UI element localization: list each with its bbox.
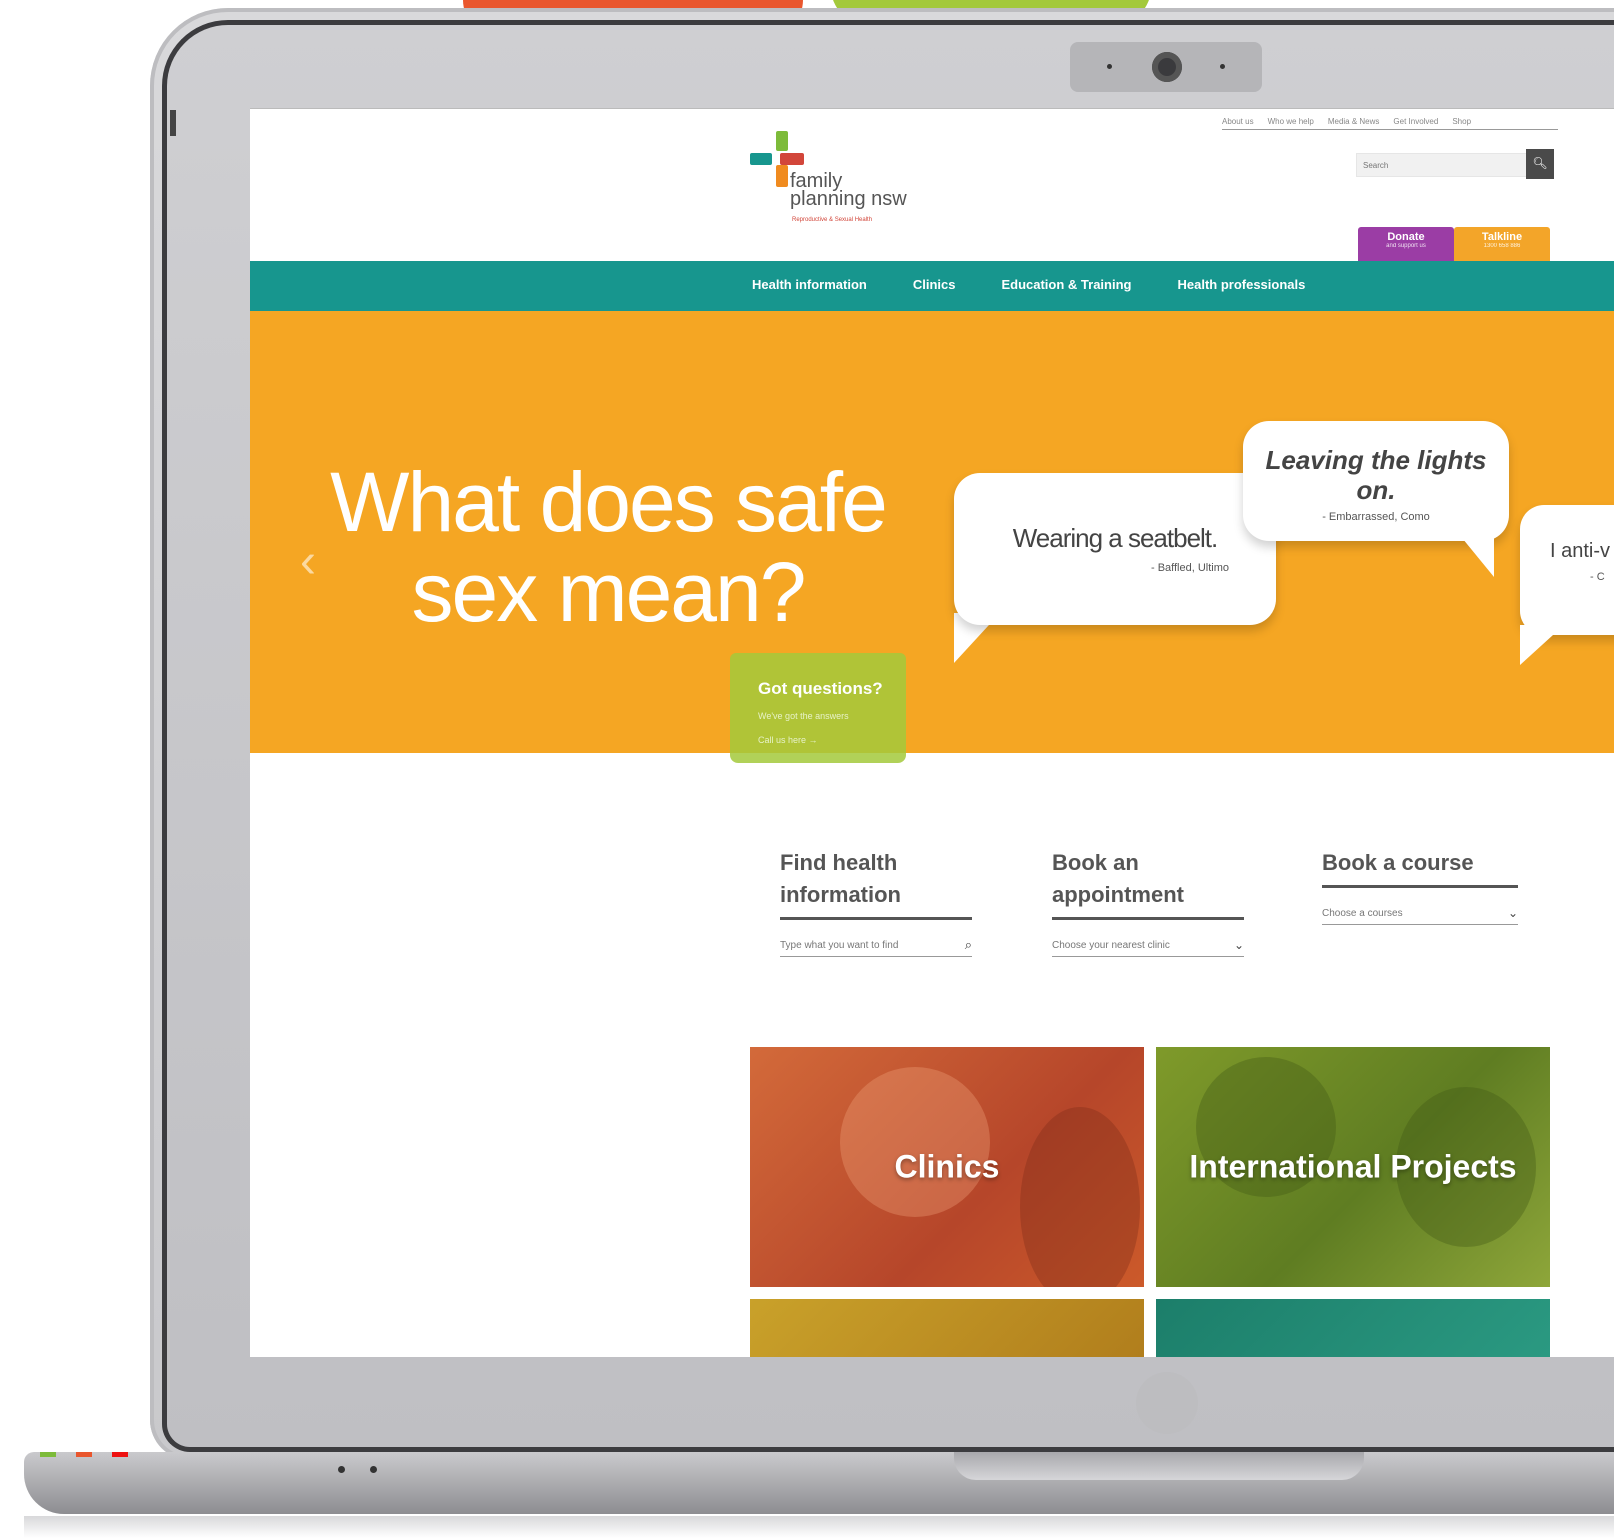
laptop-base xyxy=(24,1452,1614,1514)
bubble-quote: Leaving the lights on. xyxy=(1265,445,1487,505)
search-button[interactable]: 🔍︎ xyxy=(1526,149,1554,179)
logo-line-2: planning nsw xyxy=(790,188,907,210)
chevron-down-icon: ⌄ xyxy=(1507,906,1518,920)
laptop-screen: family planning nsw Reproductive & Sexua… xyxy=(250,108,1614,1357)
book-appointment-widget: Book an appointment Choose your nearest … xyxy=(1052,847,1244,957)
speech-bubble: Wearing a seatbelt. - Baffled, Ultimo xyxy=(954,473,1276,625)
tile-international-projects[interactable]: International Projects xyxy=(1156,1047,1550,1287)
laptop-hinge-notch xyxy=(954,1452,1364,1480)
got-questions-title: Got questions? xyxy=(758,679,883,698)
top-link-media[interactable]: Media & News xyxy=(1328,117,1380,126)
nav-item-health-information[interactable]: Health information xyxy=(752,277,867,292)
logo-tagline: Reproductive & Sexual Health xyxy=(792,217,873,223)
got-questions-subtitle: We've got the answers xyxy=(758,711,849,721)
got-questions-card[interactable]: Got questions? We've got the answers Cal… xyxy=(730,653,906,763)
book-course-widget: Book a course Choose a courses ⌄ xyxy=(1322,847,1518,925)
search-icon: 🔍︎ xyxy=(1532,156,1548,170)
main-nav: Health information Clinics Education & T… xyxy=(752,277,1305,292)
bubble-attribution: - C xyxy=(1590,571,1605,583)
talkline-button[interactable]: Talkline 1300 658 886 xyxy=(1454,227,1550,261)
indicator-light xyxy=(76,1452,92,1457)
speech-bubble-tail xyxy=(1520,625,1564,665)
indicator-light xyxy=(40,1452,56,1457)
photo-figure xyxy=(1020,1107,1140,1287)
nav-item-health-professionals[interactable]: Health professionals xyxy=(1177,277,1305,292)
nav-item-clinics[interactable]: Clinics xyxy=(913,277,956,292)
laptop-logo-icon xyxy=(1136,1372,1198,1434)
clinic-select[interactable]: Choose your nearest clinic ⌄ xyxy=(1052,934,1244,957)
laptop-shadow xyxy=(24,1516,1614,1538)
got-questions-link[interactable]: Call us here → xyxy=(758,735,818,745)
widget-title: Book an appointment xyxy=(1052,847,1244,920)
speech-bubble-tail xyxy=(1458,533,1494,577)
tile-label: International Projects xyxy=(1189,1148,1517,1185)
donate-sub: and support us xyxy=(1386,243,1426,249)
laptop-side-mark xyxy=(170,110,176,136)
find-health-info-widget: Find health information Type what you wa… xyxy=(780,847,972,957)
top-links: About us Who we help Media & News Get In… xyxy=(1222,117,1558,130)
health-search-input[interactable]: Type what you want to find ⌕ xyxy=(780,934,972,957)
field-placeholder: Choose your nearest clinic xyxy=(1052,939,1170,951)
search-input[interactable] xyxy=(1357,154,1505,176)
webcam-icon xyxy=(1152,52,1182,82)
donate-button[interactable]: Donate and support us xyxy=(1358,227,1454,261)
speech-bubble: Leaving the lights on. - Embarrassed, Co… xyxy=(1243,421,1509,541)
top-link-who-we-help[interactable]: Who we help xyxy=(1268,117,1314,126)
bubble-attribution: - Baffled, Ultimo xyxy=(1150,562,1230,574)
tile-bottom-right[interactable] xyxy=(1156,1299,1550,1357)
top-link-about[interactable]: About us xyxy=(1222,117,1254,126)
logo-wordmark[interactable]: family planning nsw xyxy=(790,171,907,210)
tile-bottom-left[interactable] xyxy=(750,1299,1144,1357)
webcam-sensor xyxy=(1107,64,1112,69)
talkline-label: Talkline xyxy=(1481,231,1523,243)
course-select[interactable]: Choose a courses ⌄ xyxy=(1322,902,1518,925)
widget-title: Find health information xyxy=(780,847,972,920)
nav-item-education-training[interactable]: Education & Training xyxy=(1001,277,1131,292)
bubble-quote: I anti-v xyxy=(1550,540,1611,562)
indicator-light xyxy=(112,1452,128,1457)
laptop-port xyxy=(338,1466,345,1473)
speech-bubble: I anti-v - C xyxy=(1520,505,1614,635)
laptop-port xyxy=(370,1466,377,1473)
talkline-sub: 1300 658 886 xyxy=(1483,243,1521,249)
bubble-attribution: - Embarrassed, Como xyxy=(1322,511,1430,523)
top-link-shop[interactable]: Shop xyxy=(1452,117,1471,126)
top-link-get-involved[interactable]: Get Involved xyxy=(1393,117,1438,126)
field-placeholder: Type what you want to find xyxy=(780,939,899,951)
photo-figure xyxy=(840,1067,990,1217)
webcam-sensor xyxy=(1220,64,1225,69)
widget-title: Book a course xyxy=(1322,847,1518,888)
hero-title: What does safe sex mean? xyxy=(330,455,888,639)
donate-label: Donate xyxy=(1387,231,1425,243)
bubble-quote: Wearing a seatbelt. xyxy=(1012,523,1219,553)
chevron-down-icon: ⌄ xyxy=(1233,938,1244,952)
tile-label: Clinics xyxy=(894,1148,1000,1185)
search-field xyxy=(1356,153,1536,177)
chevron-left-icon[interactable]: ‹ xyxy=(300,534,316,589)
search-icon[interactable]: ⌕ xyxy=(965,937,972,953)
tile-clinics[interactable]: Clinics xyxy=(750,1047,1144,1287)
field-placeholder: Choose a courses xyxy=(1322,907,1403,919)
